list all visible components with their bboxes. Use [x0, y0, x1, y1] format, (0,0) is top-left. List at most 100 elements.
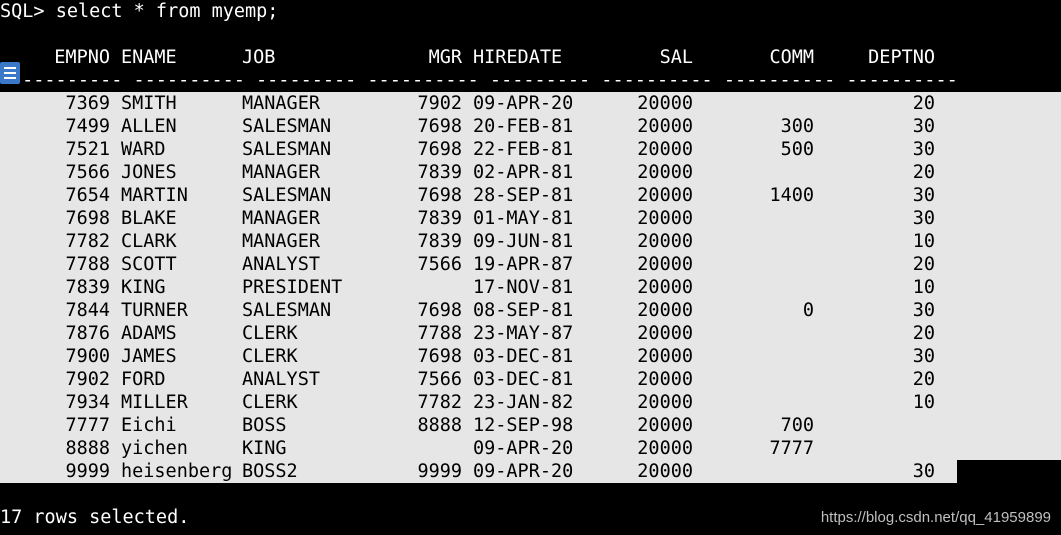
table-row: 7777 Eichi BOSS 8888 12-SEP-98 20000 700 [0, 414, 1061, 437]
cell-sal: 20000 [637, 300, 693, 321]
cell-mgr: 7839 [417, 208, 462, 229]
cell-hiredate: 09-APR-20 [473, 438, 574, 459]
cell-sal: 20000 [637, 392, 693, 413]
cell-deptno: 10 [912, 277, 935, 298]
cell-mgr: 9999 [417, 461, 462, 482]
header-comm: COMM [769, 47, 814, 68]
cell-empno: 7521 [65, 139, 110, 160]
cell-hiredate: 23-JAN-82 [473, 392, 574, 413]
header-separator: ---------- ---------- --------- --------… [11, 70, 958, 91]
cell-hiredate: 22-FEB-81 [473, 139, 574, 160]
table-row: 7876 ADAMS CLERK 7788 23-MAY-87 20000 20 [0, 322, 1061, 345]
cell-comm [704, 207, 814, 230]
cell-empno: 7934 [65, 392, 110, 413]
cell-sal: 20000 [637, 461, 693, 482]
cell-hiredate: 01-MAY-81 [473, 208, 574, 229]
cell-ename: Eichi [121, 415, 177, 436]
cell-comm [704, 368, 814, 391]
cell-job: CLERK [242, 392, 298, 413]
cell-deptno: 20 [912, 162, 935, 183]
cell-sal: 20000 [637, 162, 693, 183]
cell-job: MANAGER [242, 93, 320, 114]
cell-ename: KING [121, 277, 166, 298]
cell-hiredate: 17-NOV-81 [473, 277, 574, 298]
cell-deptno: 10 [912, 392, 935, 413]
table-row: 7839 KING PRESIDENT 17-NOV-81 20000 10 [0, 276, 1061, 299]
cell-empno: 7566 [65, 162, 110, 183]
cell-hiredate: 09-JUN-81 [473, 231, 574, 252]
table-row: 7788 SCOTT ANALYST 7566 19-APR-87 20000 20 [0, 253, 1061, 276]
cell-comm [704, 253, 814, 276]
cell-empno: 7876 [65, 323, 110, 344]
cell-hiredate: 02-APR-81 [473, 162, 574, 183]
cell-hiredate: 28-SEP-81 [473, 185, 574, 206]
cell-mgr: 7698 [417, 300, 462, 321]
cell-ename: yichen [121, 438, 188, 459]
cell-mgr [352, 437, 462, 460]
cell-deptno: 20 [912, 93, 935, 114]
command-line: SQL> select * from myemp; [0, 1, 279, 22]
cell-comm [704, 276, 814, 299]
cell-comm: 300 [780, 116, 814, 137]
table-row: 7900 JAMES CLERK 7698 03-DEC-81 20000 30 [0, 345, 1061, 368]
cell-job: SALESMAN [242, 185, 332, 206]
cell-ename: SCOTT [121, 254, 177, 275]
cell-comm: 1400 [769, 185, 814, 206]
table-row: 7934 MILLER CLERK 7782 23-JAN-82 20000 10 [0, 391, 1061, 414]
cell-job: SALESMAN [242, 116, 332, 137]
cell-deptno: 20 [912, 323, 935, 344]
table-row: 7566 JONES MANAGER 7839 02-APR-81 20000 20 [0, 161, 1061, 184]
cell-ename: JONES [121, 162, 177, 183]
header-job: JOB [242, 47, 276, 68]
cell-job: KING [242, 438, 287, 459]
cell-mgr: 7782 [417, 392, 462, 413]
cell-mgr [352, 276, 462, 299]
cell-ename: FORD [121, 369, 166, 390]
cell-hiredate: 09-APR-20 [473, 461, 574, 482]
cell-empno: 7844 [65, 300, 110, 321]
cell-empno: 7782 [65, 231, 110, 252]
cell-comm [704, 391, 814, 414]
cell-sal: 20000 [637, 323, 693, 344]
column-header-row: EMPNO ENAME JOB MGR HIREDATE SAL COMM DE… [0, 46, 1061, 69]
cell-hiredate: 08-SEP-81 [473, 300, 574, 321]
cell-empno: 7499 [65, 116, 110, 137]
header-hiredate: HIREDATE [473, 47, 563, 68]
table-row: 9999 heisenberg BOSS2 9999 09-APR-20 20000 30 [0, 460, 1061, 483]
cell-hiredate: 03-DEC-81 [473, 369, 574, 390]
table-row: 7654 MARTIN SALESMAN 7698 28-SEP-81 20000 1400… [0, 184, 1061, 207]
cell-empno: 7777 [65, 415, 110, 436]
cell-sal: 20000 [637, 185, 693, 206]
cell-hiredate: 20-FEB-81 [473, 116, 574, 137]
cell-empno: 7839 [65, 277, 110, 298]
cell-mgr: 7566 [417, 254, 462, 275]
cell-empno: 7654 [65, 185, 110, 206]
table-row: 7844 TURNER SALESMAN 7698 08-SEP-81 20000 0 30 [0, 299, 1061, 322]
cell-mgr: 7698 [417, 346, 462, 367]
cell-comm [704, 230, 814, 253]
cell-mgr: 7902 [417, 93, 462, 114]
cell-mgr: 8888 [417, 415, 462, 436]
cell-sal: 20000 [637, 139, 693, 160]
cell-deptno: 30 [912, 185, 935, 206]
cell-deptno: 10 [912, 231, 935, 252]
cell-deptno: 30 [912, 116, 935, 137]
cell-comm [704, 92, 814, 115]
document-lines-icon[interactable] [0, 62, 20, 84]
table-row: 7782 CLARK MANAGER 7839 09-JUN-81 20000 10 [0, 230, 1061, 253]
cell-job: BOSS2 [242, 461, 298, 482]
cell-empno: 7698 [65, 208, 110, 229]
cell-empno: 7902 [65, 369, 110, 390]
header-mgr: MGR [428, 47, 462, 68]
cell-empno: 7369 [65, 93, 110, 114]
cell-mgr: 7788 [417, 323, 462, 344]
cell-sal: 20000 [637, 116, 693, 137]
cell-sal: 20000 [637, 254, 693, 275]
cell-mgr: 7839 [417, 162, 462, 183]
cell-sal: 20000 [637, 369, 693, 390]
cell-empno: 7788 [65, 254, 110, 275]
cell-job: MANAGER [242, 162, 320, 183]
cell-mgr: 7839 [417, 231, 462, 252]
cell-job: MANAGER [242, 208, 320, 229]
cell-comm: 0 [802, 300, 814, 321]
